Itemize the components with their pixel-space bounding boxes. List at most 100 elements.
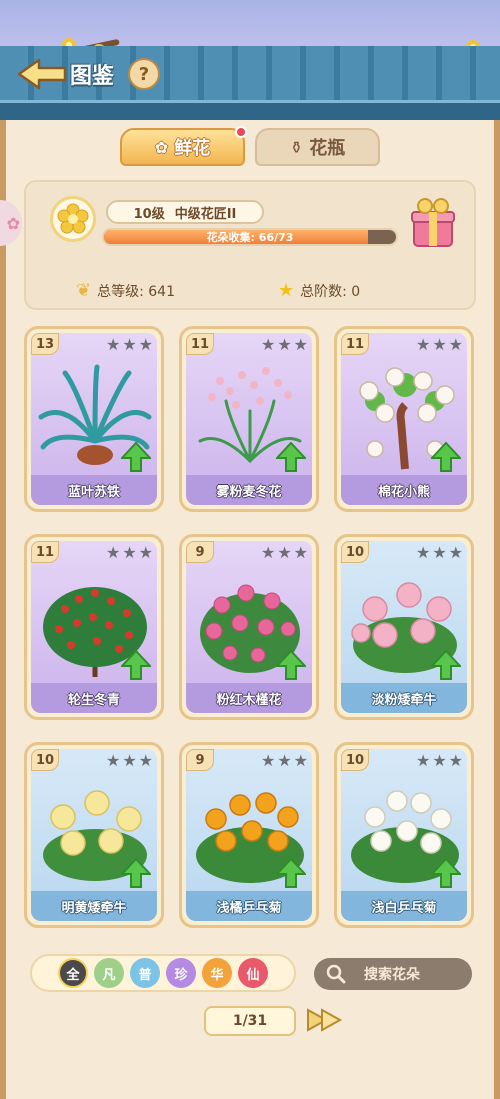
card-stars: ★ ★ ★ xyxy=(261,337,308,353)
star-icon: ★ xyxy=(293,751,308,770)
next-page-button[interactable] xyxy=(304,1004,344,1036)
collection-progress-bar: 花朵收集: 66/73 xyxy=(102,228,398,246)
card-stars: ★ ★ ★ xyxy=(416,753,463,769)
card-stars: ★ ★ ★ xyxy=(416,337,463,353)
flower-grid: 13 ★ ★ ★ 蓝叶苏铁 11 ★ ★ ★ 雾粉麦冬花 11 ★ ★ ★ 棉花… xyxy=(24,326,476,928)
star-icon: ★ xyxy=(448,751,463,770)
card-level: 10 xyxy=(341,541,369,563)
search-button[interactable]: 搜索花朵 xyxy=(314,958,472,990)
roof-edge xyxy=(0,100,500,122)
filter-rare[interactable]: 珍 xyxy=(166,958,196,988)
tab-label: 花瓶 xyxy=(309,138,346,159)
star-icon: ★ xyxy=(105,543,121,562)
back-button[interactable] xyxy=(12,54,72,94)
card-level: 13 xyxy=(31,333,59,355)
star-icon: ★ xyxy=(293,335,308,354)
back-arrow-icon xyxy=(17,58,67,90)
collector-level: 10级 xyxy=(133,206,165,222)
card-name: 轮生冬青 xyxy=(31,683,157,713)
card-stars: ★ ★ ★ xyxy=(416,545,463,561)
flower-card[interactable]: 11 ★ ★ ★ 雾粉麦冬花 xyxy=(179,326,319,512)
star-icon: ★ xyxy=(260,751,276,770)
filter-all[interactable]: 全 xyxy=(58,958,88,988)
star-icon: ★ xyxy=(293,543,308,562)
total-stage-stat: ★ 总阶数: 0 xyxy=(278,280,360,301)
filter-immortal[interactable]: 仙 xyxy=(238,958,268,988)
upgrade-arrow-icon xyxy=(121,857,151,888)
flower-card[interactable]: 9 ★ ★ ★ 浅橘乒乓菊 xyxy=(179,742,319,928)
card-stars: ★ ★ ★ xyxy=(261,545,308,561)
upgrade-arrow-icon xyxy=(276,649,306,680)
sprout-icon: ❦ xyxy=(76,280,92,301)
card-level: 9 xyxy=(186,749,214,771)
flower-card[interactable]: 11 ★ ★ ★ 棉花小熊 xyxy=(334,326,474,512)
total-level-text: 总等级: 641 xyxy=(97,283,175,300)
search-label: 搜索花朵 xyxy=(364,967,420,983)
star-icon: ★ xyxy=(105,335,121,354)
flower-card[interactable]: 10 ★ ★ ★ 淡粉矮牵牛 xyxy=(334,534,474,720)
star-icon: ★ xyxy=(448,335,463,354)
star-icon: ★ xyxy=(277,543,292,562)
notification-dot xyxy=(235,126,247,138)
star-icon: ★ xyxy=(260,543,276,562)
card-level: 11 xyxy=(341,333,369,355)
yellow-flower-icon xyxy=(57,203,89,234)
star-icon: ★ xyxy=(260,335,276,354)
star-icon: ★ xyxy=(415,543,431,562)
star-icon: ★ xyxy=(138,751,153,770)
page-title: 图鉴 xyxy=(70,64,115,89)
card-name: 雾粉麦冬花 xyxy=(186,475,312,505)
upgrade-arrow-icon xyxy=(431,649,461,680)
upgrade-arrow-icon xyxy=(276,441,306,472)
star-icon: ★ xyxy=(432,751,447,770)
star-icon: ★ xyxy=(138,335,153,354)
tab-vases[interactable]: ⚱ 花瓶 xyxy=(255,128,380,166)
card-level: 10 xyxy=(31,749,59,771)
card-level: 10 xyxy=(341,749,369,771)
tab-flowers[interactable]: ✿ 鲜花 xyxy=(120,126,247,166)
collector-badge xyxy=(50,196,96,242)
flower-card[interactable]: 10 ★ ★ ★ 浅白乒乓菊 xyxy=(334,742,474,928)
card-name: 明黄矮牵牛 xyxy=(31,891,157,921)
star-icon: ★ xyxy=(277,751,292,770)
star-icon: ★ xyxy=(122,751,137,770)
card-name: 棉花小熊 xyxy=(341,475,467,505)
filter-fancy[interactable]: 华 xyxy=(202,958,232,988)
page-indicator: 1/31 xyxy=(204,1006,296,1036)
card-name: 浅白乒乓菊 xyxy=(341,891,467,921)
card-name: 蓝叶苏铁 xyxy=(31,475,157,505)
flower-card[interactable]: 10 ★ ★ ★ 明黄矮牵牛 xyxy=(24,742,164,928)
flower-icon: ✿ xyxy=(154,137,169,157)
search-icon xyxy=(326,964,346,984)
star-icon: ★ xyxy=(432,335,447,354)
help-button[interactable]: ? xyxy=(128,58,160,90)
filter-normal[interactable]: 普 xyxy=(130,958,160,988)
star-icon: ★ xyxy=(105,751,121,770)
star-icon: ★ xyxy=(415,751,431,770)
card-level: 9 xyxy=(186,541,214,563)
star-icon: ★ xyxy=(278,280,295,301)
collector-rank: 中级花匠II xyxy=(174,206,237,222)
card-name: 淡粉矮牵牛 xyxy=(341,683,467,713)
card-stars: ★ ★ ★ xyxy=(106,545,153,561)
filter-common[interactable]: 凡 xyxy=(94,958,124,988)
upgrade-arrow-icon xyxy=(431,441,461,472)
star-icon: ★ xyxy=(415,335,431,354)
star-icon: ★ xyxy=(122,543,137,562)
flower-card[interactable]: 13 ★ ★ ★ 蓝叶苏铁 xyxy=(24,326,164,512)
total-level-stat: ❦ 总等级: 641 xyxy=(76,280,175,301)
card-stars: ★ ★ ★ xyxy=(106,337,153,353)
upgrade-arrow-icon xyxy=(121,441,151,472)
gift-icon xyxy=(411,198,455,247)
pink-flower-icon: ✿ xyxy=(6,213,20,233)
card-stars: ★ ★ ★ xyxy=(106,753,153,769)
gift-box-button[interactable] xyxy=(410,196,456,248)
upgrade-arrow-icon xyxy=(121,649,151,680)
card-level: 11 xyxy=(186,333,214,355)
flower-card[interactable]: 11 ★ ★ ★ 轮生冬青 xyxy=(24,534,164,720)
flower-card[interactable]: 9 ★ ★ ★ 粉红木槿花 xyxy=(179,534,319,720)
upgrade-arrow-icon xyxy=(276,857,306,888)
rarity-filter-bar: 全 凡 普 珍 华 仙 xyxy=(30,954,296,992)
star-icon: ★ xyxy=(122,335,137,354)
vase-icon: ⚱ xyxy=(289,137,304,157)
